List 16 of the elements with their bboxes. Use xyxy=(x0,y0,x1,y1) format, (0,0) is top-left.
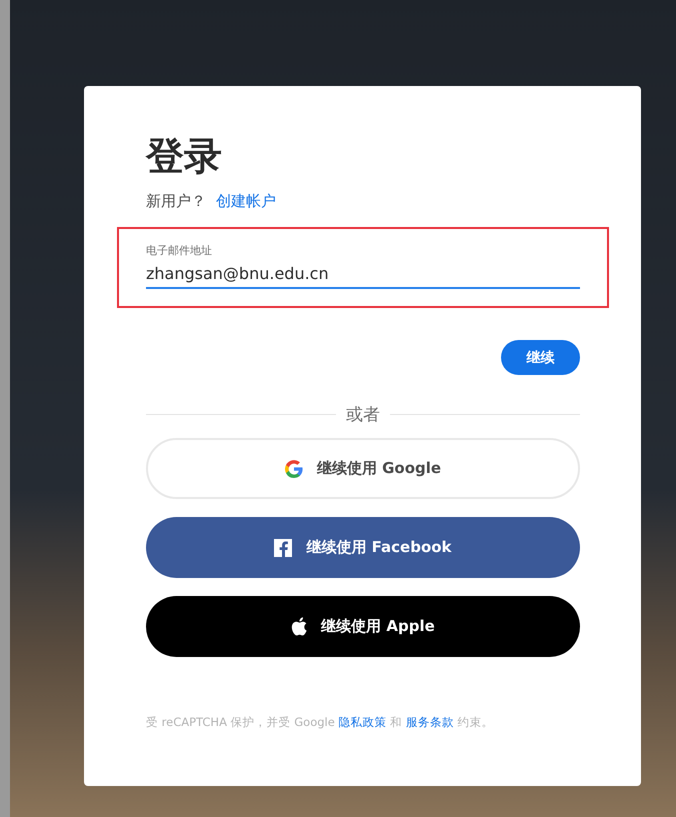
continue-button[interactable]: 继续 xyxy=(501,340,580,375)
email-field[interactable]: zhangsan@bnu.edu.cn xyxy=(146,264,580,289)
policy-link[interactable]: 隐私政策 xyxy=(338,715,386,729)
facebook-icon xyxy=(274,538,292,556)
create-account-link[interactable]: 创建帐户 xyxy=(216,192,276,211)
google-sign-in-button[interactable]: 继续使用 Google xyxy=(146,438,580,499)
divider-text: 或者 xyxy=(346,404,380,426)
page-title: 登录 xyxy=(146,133,223,180)
signup-prompt: 新用户？ xyxy=(146,192,206,211)
email-label: 电子邮件地址 xyxy=(146,243,213,258)
apple-icon xyxy=(291,617,308,636)
policy-link[interactable]: 服务条款 xyxy=(406,715,454,729)
legal-notice: 受 reCAPTCHA 保护，并受 Google 隐私政策 和 服务条款 约束。 xyxy=(146,715,494,730)
google-icon xyxy=(284,460,303,478)
apple-sign-in-button[interactable]: 继续使用 Apple xyxy=(146,596,580,657)
facebook-sign-in-button[interactable]: 继续使用 Facebook xyxy=(146,517,580,578)
